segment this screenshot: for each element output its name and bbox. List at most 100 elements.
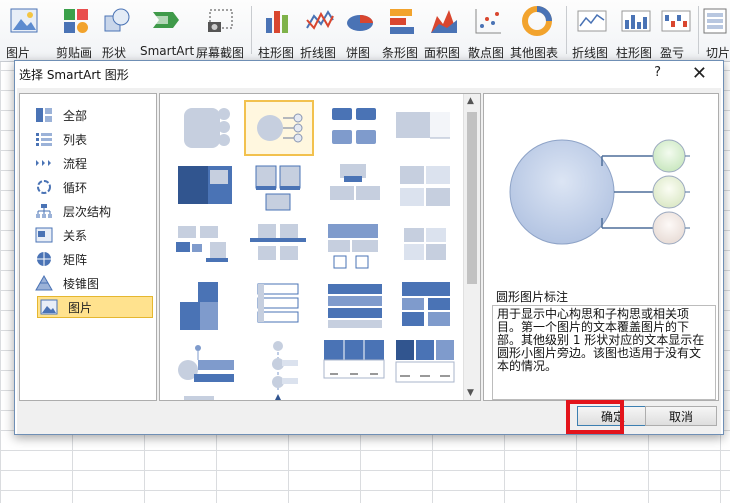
sparkline-column-button[interactable]: 柱形图 [614, 2, 658, 60]
layout-thumbnail[interactable] [170, 338, 240, 394]
scroll-up-icon[interactable]: ▲ [467, 96, 474, 106]
slicer-icon [701, 6, 730, 36]
scrollbar-thumb[interactable] [467, 112, 477, 284]
layout-thumbnail[interactable] [244, 394, 314, 400]
slicer-button[interactable]: 切片 [702, 2, 730, 60]
close-icon[interactable]: ✕ [692, 63, 707, 84]
category-cycle[interactable]: 循环 [35, 176, 151, 198]
scatter-chart-icon [473, 6, 503, 36]
help-button[interactable]: ? [654, 65, 661, 80]
gallery-scrollbar[interactable]: ▲ ▼ [463, 94, 480, 400]
layout-thumbnail[interactable] [244, 338, 314, 394]
layout-thumbnail[interactable] [170, 280, 240, 336]
hierarchy-icon [35, 203, 53, 219]
category-picture[interactable]: 图片 [37, 296, 153, 318]
insert-picture-button[interactable]: 图片 [4, 2, 44, 60]
category-matrix[interactable]: 矩阵 [35, 248, 151, 270]
layout-thumbnail-selected[interactable] [244, 100, 314, 156]
layout-thumbnail[interactable] [244, 162, 314, 218]
layout-thumbnail[interactable] [320, 338, 390, 394]
relationship-icon [35, 227, 53, 243]
layout-thumbnail[interactable] [392, 338, 462, 394]
category-process[interactable]: 流程 [35, 152, 151, 174]
smartart-dialog: 选择 SmartArt 图形 ? ✕ 全部 列表 流程 循环 层次结构 关系 矩… [14, 60, 724, 435]
category-label: 层次结构 [63, 204, 112, 219]
area-chart-icon [429, 6, 459, 36]
layout-thumbnail[interactable] [320, 280, 390, 336]
category-pyramid[interactable]: 棱锥图 [35, 272, 151, 294]
sparkline-winloss-icon [661, 6, 691, 36]
other-charts-button[interactable]: 其他图表 [510, 2, 564, 60]
layout-thumbnail[interactable] [244, 220, 314, 276]
ribbon-separator [251, 6, 252, 54]
smartart-icon [151, 6, 181, 36]
screenshot-button[interactable]: 屏幕截图 [196, 2, 246, 60]
layout-thumbnail[interactable] [244, 280, 314, 336]
dialog-titlebar[interactable]: 选择 SmartArt 图形 ? ✕ [15, 61, 723, 88]
preview-description: 用于显示中心构思和子构思或相关项目。第一个图片的文本覆盖图片的下部。其他级别 1… [492, 305, 716, 400]
column-chart-icon [263, 6, 293, 36]
picture-icon [9, 6, 39, 36]
ok-button-highlight [566, 400, 624, 434]
category-label: 棱锥图 [63, 276, 100, 291]
dialog-body: 全部 列表 流程 循环 层次结构 关系 矩阵 棱锥图 图片 ▲ ▼ 圆形图片标注… [17, 88, 721, 434]
sparkline-column-icon [621, 6, 651, 36]
layout-thumbnail[interactable] [392, 162, 462, 218]
matrix-icon [35, 251, 53, 267]
cancel-button[interactable]: 取消 [645, 406, 717, 426]
smartart-button[interactable]: SmartArt [138, 2, 194, 60]
category-all[interactable]: 全部 [35, 104, 151, 126]
column-chart-button[interactable]: 柱形图 [256, 2, 300, 60]
picture-category-icon [40, 299, 58, 315]
bar-chart-button[interactable]: 条形图 [380, 2, 424, 60]
layout-thumbnail[interactable] [320, 220, 390, 276]
bar-chart-icon [387, 6, 417, 36]
layout-thumbnail[interactable] [170, 162, 240, 218]
category-label: 流程 [63, 156, 88, 171]
clip-art-button[interactable]: 剪贴画 [54, 2, 98, 60]
category-list: 全部 列表 流程 循环 层次结构 关系 矩阵 棱锥图 图片 [19, 93, 157, 401]
screenshot-icon [206, 6, 236, 36]
preview-title: 圆形图片标注 [496, 290, 569, 304]
pie-chart-icon [345, 6, 375, 36]
category-label: 关系 [63, 228, 88, 243]
line-chart-icon [305, 6, 335, 36]
area-chart-button[interactable]: 面积图 [422, 2, 466, 60]
layout-gallery: ▲ ▼ [159, 93, 481, 401]
preview-pane: 圆形图片标注 用于显示中心构思和子构思或相关项目。第一个图片的文本覆盖图片的下部… [483, 93, 719, 401]
clip-art-icon [61, 6, 91, 36]
sparkline-line-icon [577, 6, 607, 36]
shapes-button[interactable]: 形状 [100, 2, 134, 60]
ribbon-separator [698, 6, 699, 54]
category-hierarchy[interactable]: 层次结构 [35, 200, 151, 222]
layout-thumbnail[interactable] [320, 162, 390, 218]
scroll-down-icon[interactable]: ▼ [467, 388, 474, 398]
category-label: 列表 [63, 132, 88, 147]
layout-thumbnail[interactable] [392, 220, 462, 276]
layout-thumbnail[interactable] [170, 220, 240, 276]
sparkline-line-button[interactable]: 折线图 [570, 2, 614, 60]
line-chart-button[interactable]: 折线图 [298, 2, 342, 60]
category-label: 图片 [68, 300, 93, 315]
layout-thumbnail[interactable] [170, 394, 240, 400]
layout-thumbnail[interactable] [392, 100, 462, 156]
layout-thumbnail[interactable] [392, 280, 462, 336]
preview-diagram [509, 139, 690, 245]
category-label: 循环 [63, 180, 88, 195]
list-icon [35, 131, 53, 147]
process-icon [35, 155, 53, 171]
other-charts-icon [522, 6, 552, 36]
category-relationship[interactable]: 关系 [35, 224, 151, 246]
ribbon-separator [566, 6, 567, 54]
category-label: 全部 [63, 108, 88, 123]
sparkline-winloss-button[interactable]: 盈亏 [658, 2, 694, 60]
layout-thumbnail[interactable] [170, 100, 240, 156]
layout-thumbnail[interactable] [320, 100, 390, 156]
shapes-icon [102, 6, 132, 36]
dialog-title: 选择 SmartArt 图形 [19, 68, 129, 82]
pyramid-icon [35, 274, 53, 291]
category-list-item[interactable]: 列表 [35, 128, 151, 150]
pie-chart-button[interactable]: 饼图 [342, 2, 378, 60]
category-label: 矩阵 [63, 252, 88, 267]
scatter-chart-button[interactable]: 散点图 [466, 2, 510, 60]
